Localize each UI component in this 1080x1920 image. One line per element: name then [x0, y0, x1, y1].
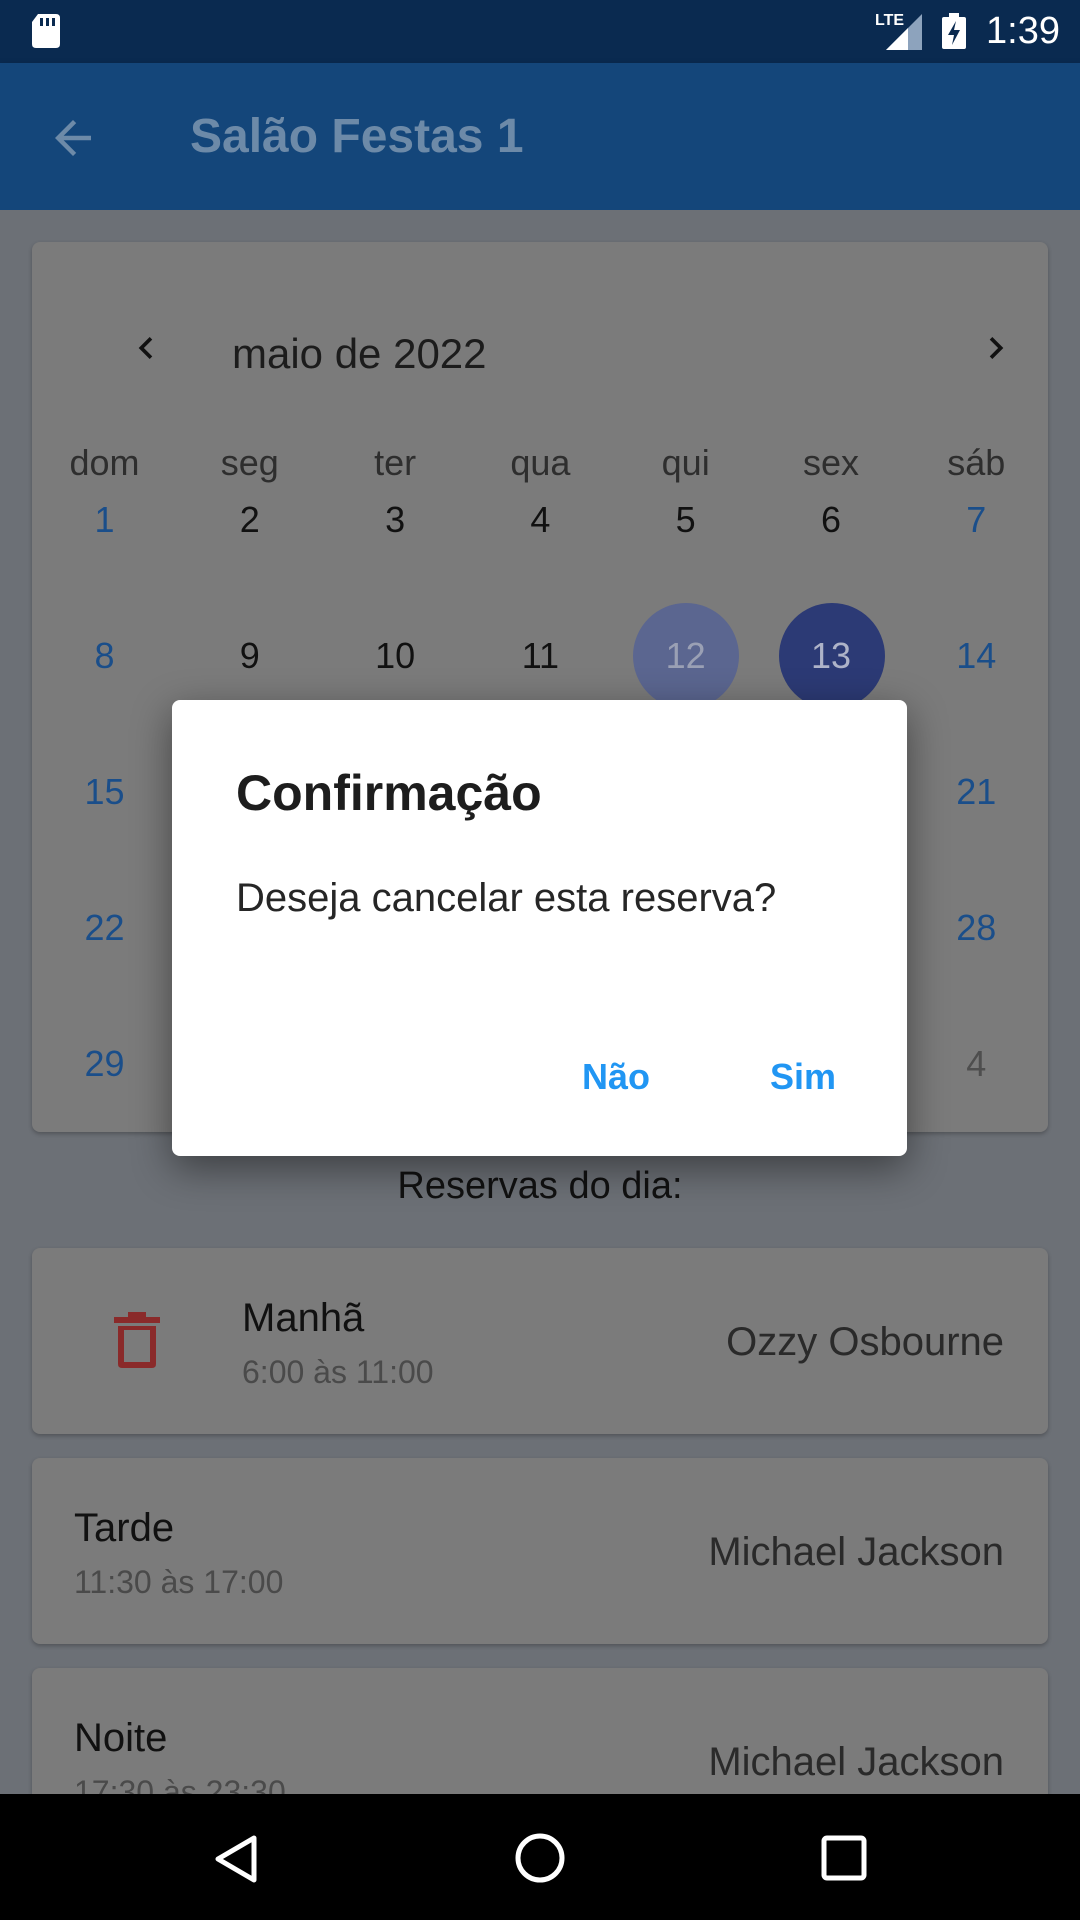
system-nav-bar — [0, 1794, 1080, 1920]
calendar-day[interactable]: 8 — [32, 606, 177, 706]
calendar-day[interactable]: 7 — [904, 470, 1049, 570]
calendar-day-number: 4 — [530, 499, 551, 540]
calendar-day[interactable]: 28 — [904, 878, 1049, 978]
calendar-day-number: 14 — [956, 635, 997, 676]
calendar-day-number: 4 — [966, 1043, 987, 1084]
calendar-day-number: 15 — [84, 771, 125, 812]
status-time: 1:39 — [986, 10, 1060, 52]
calendar-day-number: 1 — [94, 499, 115, 540]
no-button[interactable]: Não — [566, 1046, 666, 1108]
app-bar: Salão Festas 1 — [0, 63, 1080, 210]
calendar-day-number: 8 — [94, 635, 115, 676]
sd-card-icon — [32, 14, 60, 48]
calendar-day-number: 6 — [820, 499, 842, 540]
calendar-day-number: 2 — [239, 499, 260, 540]
calendar-day-number: 12 — [665, 635, 706, 676]
calendar-day-number: 9 — [239, 635, 260, 676]
reservation-hours: 6:00 às 11:00 — [242, 1354, 434, 1390]
reservation-card[interactable]: Manhã 6:00 às 11:00 Ozzy Osbourne — [32, 1248, 1048, 1434]
reservation-period: Manhã — [242, 1296, 365, 1340]
reservation-card[interactable]: Tarde 11:30 às 17:00 Michael Jackson — [32, 1458, 1048, 1644]
calendar-day-number: 5 — [675, 499, 696, 540]
reservation-name: Michael Jackson — [708, 1530, 1004, 1574]
reservation-hours: 11:30 às 17:00 — [74, 1564, 284, 1600]
nav-home-icon[interactable] — [514, 1832, 566, 1884]
trash-icon[interactable] — [114, 1312, 160, 1368]
calendar-day[interactable]: 12 — [613, 603, 758, 709]
calendar-day-number: 10 — [375, 635, 416, 676]
calendar-day-number: 11 — [521, 635, 560, 676]
calendar-day[interactable]: 15 — [32, 742, 177, 842]
reservation-name: Ozzy Osbourne — [726, 1320, 1004, 1364]
network-type: LTE — [875, 12, 905, 29]
yes-button[interactable]: Sim — [754, 1046, 852, 1108]
calendar-day[interactable]: 10 — [323, 606, 468, 706]
calendar-day-number: 28 — [956, 907, 997, 948]
calendar-day[interactable]: 6 — [759, 470, 904, 570]
battery-charging-icon — [942, 13, 966, 49]
status-bar: LTE 1:39 — [0, 0, 1080, 63]
nav-back-icon[interactable] — [212, 1834, 260, 1884]
calendar-day[interactable]: 3 — [323, 470, 468, 570]
calendar-day[interactable]: 4 — [904, 1014, 1049, 1114]
calendar-day[interactable]: 2 — [177, 470, 322, 570]
calendar-day[interactable]: 14 — [904, 606, 1049, 706]
calendar-day[interactable]: 29 — [32, 1014, 177, 1114]
dialog-message: Deseja cancelar esta reserva? — [236, 876, 777, 920]
dialog-title: Confirmação — [236, 765, 542, 821]
nav-recents-icon[interactable] — [820, 1834, 868, 1882]
calendar-day-number: 22 — [84, 907, 125, 948]
reservation-period: Noite — [74, 1716, 168, 1760]
calendar-day-number: 7 — [966, 499, 987, 540]
calendar-day-number: 3 — [385, 499, 406, 540]
reservation-name: Michael Jackson — [708, 1740, 1004, 1784]
calendar-day-number: 21 — [956, 771, 997, 812]
calendar-day[interactable]: 22 — [32, 878, 177, 978]
calendar-day[interactable]: 4 — [468, 470, 613, 570]
calendar-day[interactable]: 1 — [32, 470, 177, 570]
reservations-title: Reservas do dia: — [397, 1165, 683, 1207]
calendar-day[interactable]: 13 — [759, 603, 904, 709]
calendar-day[interactable]: 11 — [468, 606, 613, 706]
confirmation-dialog: Confirmação Deseja cancelar esta reserva… — [172, 700, 907, 1156]
calendar-day[interactable]: 5 — [613, 470, 758, 570]
chevron-right-icon[interactable] — [974, 326, 1018, 370]
calendar-day-number: 29 — [84, 1043, 125, 1084]
chevron-left-icon[interactable] — [124, 326, 168, 370]
page-title: Salão Festas 1 — [190, 110, 524, 163]
back-arrow-icon[interactable] — [46, 111, 100, 165]
calendar-day-number: 13 — [810, 635, 852, 676]
calendar-month: maio de 2022 — [232, 330, 487, 377]
calendar-day[interactable]: 9 — [177, 606, 322, 706]
calendar-day[interactable]: 21 — [904, 742, 1049, 842]
reservation-period: Tarde — [74, 1506, 175, 1550]
